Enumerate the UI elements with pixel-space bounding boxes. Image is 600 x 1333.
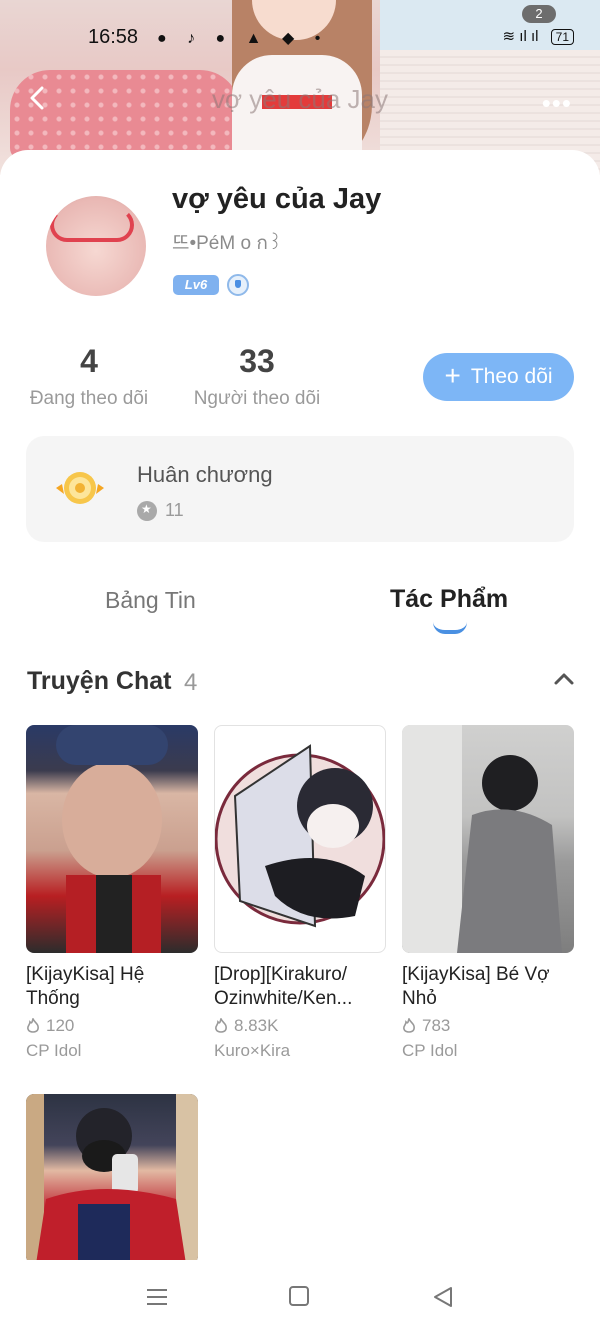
story-views: 120 <box>26 1016 198 1036</box>
story-thumbnail[interactable] <box>26 1094 198 1264</box>
story-title[interactable]: [KijayKisa] Hệ Thống <box>26 963 198 1011</box>
fire-icon <box>403 1018 415 1033</box>
medals-card[interactable]: Huân chương 11 <box>26 436 574 542</box>
fire-icon <box>215 1018 227 1033</box>
section-count: 4 <box>184 669 198 696</box>
follow-button[interactable]: + Theo dõi <box>423 353 574 401</box>
story-card[interactable]: [Drop][Kirakuro/ Ozinwhite/Ken... 8.83K … <box>214 725 386 1061</box>
status-time: 16:58 <box>88 26 139 48</box>
story-thumbnail[interactable] <box>214 725 386 953</box>
chevron-up-icon[interactable] <box>552 669 576 689</box>
following-stat[interactable]: 4 Đang theo dõi <box>26 343 152 410</box>
back-arrow-icon[interactable] <box>24 84 52 112</box>
fire-icon <box>27 1018 39 1033</box>
followers-label: Người theo dõi <box>193 388 321 409</box>
story-thumbnail[interactable] <box>402 725 574 953</box>
story-card[interactable]: [KijayKisa] Bé Vợ Nhỏ 783 CP Idol <box>402 725 574 1061</box>
story-title[interactable]: [Drop][Kirakuro/ Ozinwhite/Ken... <box>214 963 386 1011</box>
status-bar: 16:58 ● ♪ ● ▲ ◆ • ≋ ıl ıl 71 2 <box>0 5 600 56</box>
profile-name: vợ yêu của Jay <box>172 183 382 215</box>
level-badge: Lv6 <box>173 275 219 295</box>
story-card[interactable]: [KijayKisa] Hệ Thống 120 CP Idol <box>26 725 198 1061</box>
home-icon[interactable] <box>289 1286 309 1306</box>
medals-title: Huân chương <box>137 462 273 487</box>
story-tag: Kuro×Kira <box>214 1041 291 1060</box>
notification-icons: ● ♪ ● ▲ ◆ • <box>157 30 329 47</box>
story-thumbnail-art <box>215 744 385 928</box>
story-tag: CP Idol <box>26 1041 82 1060</box>
section-title: Truyện Chat <box>27 667 172 695</box>
medals-count: 11 <box>165 500 184 520</box>
following-label: Đang theo dõi <box>29 388 149 409</box>
system-navigation-bar <box>0 1260 600 1333</box>
wifi-icon: ≋ <box>502 28 516 45</box>
plus-icon: + <box>444 359 461 391</box>
story-title[interactable]: [KijayKisa] Bé Vợ Nhỏ <box>402 963 574 1011</box>
avatar-glasses <box>50 208 134 242</box>
story-tag: CP Idol <box>402 1041 458 1060</box>
follow-button-label: Theo dõi <box>470 365 553 388</box>
avatar[interactable] <box>46 196 146 296</box>
story-thumbnail-art <box>26 1094 198 1264</box>
signal-icon: ıl ıl <box>519 28 539 45</box>
story-thumbnail[interactable] <box>26 725 198 953</box>
medals-count-row: 11 <box>137 500 184 521</box>
followers-stat[interactable]: 33 Người theo dõi <box>190 343 324 410</box>
medal-coin-icon <box>137 500 157 521</box>
recent-apps-icon[interactable] <box>146 1287 168 1307</box>
followers-count: 33 <box>239 343 275 379</box>
notification-badge: 2 <box>522 5 556 23</box>
story-card[interactable] <box>26 1094 198 1264</box>
story-thumbnail-art <box>402 725 562 953</box>
more-options-icon[interactable]: ••• <box>542 88 572 119</box>
status-right-icons: ≋ ıl ıl 71 <box>503 27 574 45</box>
battery-icon: 71 <box>550 29 574 45</box>
story-view-count: 120 <box>46 1016 75 1035</box>
profile-handle: 뜨•PéM o ก꒱ <box>172 233 283 254</box>
story-views: 8.83K <box>214 1016 386 1036</box>
story-view-count: 783 <box>422 1016 451 1035</box>
story-thumbnail-art <box>56 725 168 953</box>
following-count: 4 <box>80 343 98 379</box>
story-views: 783 <box>402 1016 574 1036</box>
story-view-count: 8.83K <box>234 1016 279 1035</box>
medal-icon <box>56 472 104 504</box>
system-back-icon[interactable] <box>432 1285 454 1309</box>
cover-shirt-logo <box>262 95 332 109</box>
verified-badge-icon <box>227 274 249 296</box>
tab-works[interactable]: Tác Phẩm <box>390 585 508 614</box>
tab-news[interactable]: Bảng Tin <box>105 587 196 614</box>
